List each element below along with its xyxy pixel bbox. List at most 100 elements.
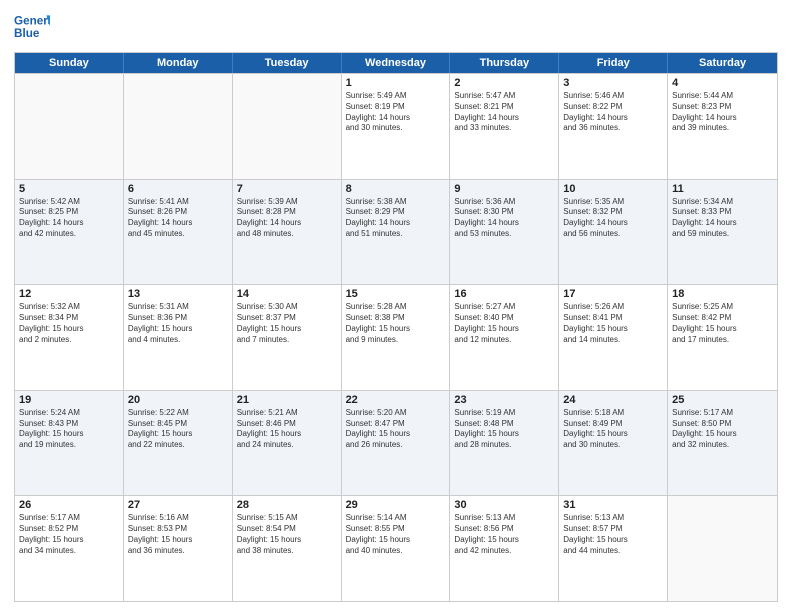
day-number: 17 <box>563 288 663 300</box>
day-info: Sunrise: 5:31 AM Sunset: 8:36 PM Dayligh… <box>128 302 228 345</box>
calendar-day-23: 23 Sunrise: 5:19 AM Sunset: 8:48 PM Dayli… <box>450 391 559 496</box>
day-number: 18 <box>672 288 773 300</box>
day-number: 24 <box>563 394 663 406</box>
calendar-day-11: 11 Sunrise: 5:34 AM Sunset: 8:33 PM Dayli… <box>668 180 777 285</box>
day-number: 1 <box>346 77 446 89</box>
day-number: 14 <box>237 288 337 300</box>
calendar-day-21: 21 Sunrise: 5:21 AM Sunset: 8:46 PM Dayli… <box>233 391 342 496</box>
day-number: 26 <box>19 499 119 511</box>
calendar-week-3: 12 Sunrise: 5:32 AM Sunset: 8:34 PM Dayli… <box>15 284 777 390</box>
day-info: Sunrise: 5:13 AM Sunset: 8:56 PM Dayligh… <box>454 513 554 556</box>
day-info: Sunrise: 5:17 AM Sunset: 8:52 PM Dayligh… <box>19 513 119 556</box>
day-info: Sunrise: 5:30 AM Sunset: 8:37 PM Dayligh… <box>237 302 337 345</box>
calendar-day-28: 28 Sunrise: 5:15 AM Sunset: 8:54 PM Dayli… <box>233 496 342 601</box>
day-info: Sunrise: 5:47 AM Sunset: 8:21 PM Dayligh… <box>454 91 554 134</box>
calendar-header-tuesday: Tuesday <box>233 53 342 73</box>
day-info: Sunrise: 5:28 AM Sunset: 8:38 PM Dayligh… <box>346 302 446 345</box>
day-number: 21 <box>237 394 337 406</box>
day-info: Sunrise: 5:24 AM Sunset: 8:43 PM Dayligh… <box>19 408 119 451</box>
calendar-day-2: 2 Sunrise: 5:47 AM Sunset: 8:21 PM Daylig… <box>450 74 559 179</box>
calendar-day-empty <box>233 74 342 179</box>
day-info: Sunrise: 5:16 AM Sunset: 8:53 PM Dayligh… <box>128 513 228 556</box>
calendar-day-6: 6 Sunrise: 5:41 AM Sunset: 8:26 PM Daylig… <box>124 180 233 285</box>
day-info: Sunrise: 5:22 AM Sunset: 8:45 PM Dayligh… <box>128 408 228 451</box>
day-number: 12 <box>19 288 119 300</box>
calendar-day-26: 26 Sunrise: 5:17 AM Sunset: 8:52 PM Dayli… <box>15 496 124 601</box>
calendar-day-empty <box>668 496 777 601</box>
calendar-week-4: 19 Sunrise: 5:24 AM Sunset: 8:43 PM Dayli… <box>15 390 777 496</box>
calendar-day-7: 7 Sunrise: 5:39 AM Sunset: 8:28 PM Daylig… <box>233 180 342 285</box>
calendar-day-25: 25 Sunrise: 5:17 AM Sunset: 8:50 PM Dayli… <box>668 391 777 496</box>
day-number: 3 <box>563 77 663 89</box>
day-number: 22 <box>346 394 446 406</box>
day-info: Sunrise: 5:25 AM Sunset: 8:42 PM Dayligh… <box>672 302 773 345</box>
calendar-day-4: 4 Sunrise: 5:44 AM Sunset: 8:23 PM Daylig… <box>668 74 777 179</box>
day-info: Sunrise: 5:35 AM Sunset: 8:32 PM Dayligh… <box>563 197 663 240</box>
calendar-day-3: 3 Sunrise: 5:46 AM Sunset: 8:22 PM Daylig… <box>559 74 668 179</box>
day-number: 11 <box>672 183 773 195</box>
day-number: 9 <box>454 183 554 195</box>
calendar-header-monday: Monday <box>124 53 233 73</box>
calendar-header-row: SundayMondayTuesdayWednesdayThursdayFrid… <box>15 53 777 73</box>
day-number: 8 <box>346 183 446 195</box>
day-info: Sunrise: 5:36 AM Sunset: 8:30 PM Dayligh… <box>454 197 554 240</box>
day-number: 19 <box>19 394 119 406</box>
day-number: 13 <box>128 288 228 300</box>
day-info: Sunrise: 5:15 AM Sunset: 8:54 PM Dayligh… <box>237 513 337 556</box>
calendar-day-13: 13 Sunrise: 5:31 AM Sunset: 8:36 PM Dayli… <box>124 285 233 390</box>
day-number: 28 <box>237 499 337 511</box>
day-number: 20 <box>128 394 228 406</box>
calendar-week-1: 1 Sunrise: 5:49 AM Sunset: 8:19 PM Daylig… <box>15 73 777 179</box>
day-info: Sunrise: 5:34 AM Sunset: 8:33 PM Dayligh… <box>672 197 773 240</box>
calendar-day-20: 20 Sunrise: 5:22 AM Sunset: 8:45 PM Dayli… <box>124 391 233 496</box>
calendar-day-empty <box>124 74 233 179</box>
calendar-day-9: 9 Sunrise: 5:36 AM Sunset: 8:30 PM Daylig… <box>450 180 559 285</box>
calendar-body: 1 Sunrise: 5:49 AM Sunset: 8:19 PM Daylig… <box>15 73 777 601</box>
day-info: Sunrise: 5:49 AM Sunset: 8:19 PM Dayligh… <box>346 91 446 134</box>
calendar-day-24: 24Sunrise: 5:18 AM Sunset: 8:49 PM Dayli… <box>559 391 668 496</box>
calendar-header-sunday: Sunday <box>15 53 124 73</box>
calendar-day-16: 16 Sunrise: 5:27 AM Sunset: 8:40 PM Dayli… <box>450 285 559 390</box>
day-number: 23 <box>454 394 554 406</box>
day-number: 5 <box>19 183 119 195</box>
calendar-header-saturday: Saturday <box>668 53 777 73</box>
day-number: 2 <box>454 77 554 89</box>
day-number: 7 <box>237 183 337 195</box>
day-number: 29 <box>346 499 446 511</box>
calendar-day-31: 31Sunrise: 5:13 AM Sunset: 8:57 PM Dayli… <box>559 496 668 601</box>
calendar-day-8: 8 Sunrise: 5:38 AM Sunset: 8:29 PM Daylig… <box>342 180 451 285</box>
calendar-header-thursday: Thursday <box>450 53 559 73</box>
calendar-day-5: 5Sunrise: 5:42 AM Sunset: 8:25 PM Daylig… <box>15 180 124 285</box>
calendar-header-wednesday: Wednesday <box>342 53 451 73</box>
day-info: Sunrise: 5:41 AM Sunset: 8:26 PM Dayligh… <box>128 197 228 240</box>
calendar-day-22: 22 Sunrise: 5:20 AM Sunset: 8:47 PM Dayli… <box>342 391 451 496</box>
calendar-day-18: 18 Sunrise: 5:25 AM Sunset: 8:42 PM Dayli… <box>668 285 777 390</box>
svg-text:Blue: Blue <box>14 27 40 40</box>
calendar-day-empty <box>15 74 124 179</box>
calendar-day-12: 12 Sunrise: 5:32 AM Sunset: 8:34 PM Dayli… <box>15 285 124 390</box>
day-number: 10 <box>563 183 663 195</box>
day-info: Sunrise: 5:27 AM Sunset: 8:40 PM Dayligh… <box>454 302 554 345</box>
day-info: Sunrise: 5:38 AM Sunset: 8:29 PM Dayligh… <box>346 197 446 240</box>
day-number: 27 <box>128 499 228 511</box>
svg-text:General: General <box>14 14 50 27</box>
day-number: 4 <box>672 77 773 89</box>
header: General Blue <box>14 10 778 46</box>
day-info: Sunrise: 5:44 AM Sunset: 8:23 PM Dayligh… <box>672 91 773 134</box>
day-info: Sunrise: 5:21 AM Sunset: 8:46 PM Dayligh… <box>237 408 337 451</box>
calendar-day-1: 1 Sunrise: 5:49 AM Sunset: 8:19 PM Daylig… <box>342 74 451 179</box>
day-number: 16 <box>454 288 554 300</box>
day-number: 6 <box>128 183 228 195</box>
day-info: Sunrise: 5:13 AM Sunset: 8:57 PM Dayligh… <box>563 513 663 556</box>
day-info: Sunrise: 5:32 AM Sunset: 8:34 PM Dayligh… <box>19 302 119 345</box>
day-info: Sunrise: 5:39 AM Sunset: 8:28 PM Dayligh… <box>237 197 337 240</box>
day-info: Sunrise: 5:17 AM Sunset: 8:50 PM Dayligh… <box>672 408 773 451</box>
day-info: Sunrise: 5:20 AM Sunset: 8:47 PM Dayligh… <box>346 408 446 451</box>
day-number: 30 <box>454 499 554 511</box>
day-info: Sunrise: 5:19 AM Sunset: 8:48 PM Dayligh… <box>454 408 554 451</box>
day-number: 25 <box>672 394 773 406</box>
calendar-day-19: 19 Sunrise: 5:24 AM Sunset: 8:43 PM Dayli… <box>15 391 124 496</box>
calendar-day-17: 17Sunrise: 5:26 AM Sunset: 8:41 PM Dayli… <box>559 285 668 390</box>
calendar-day-30: 30 Sunrise: 5:13 AM Sunset: 8:56 PM Dayli… <box>450 496 559 601</box>
day-info: Sunrise: 5:46 AM Sunset: 8:22 PM Dayligh… <box>563 91 663 134</box>
